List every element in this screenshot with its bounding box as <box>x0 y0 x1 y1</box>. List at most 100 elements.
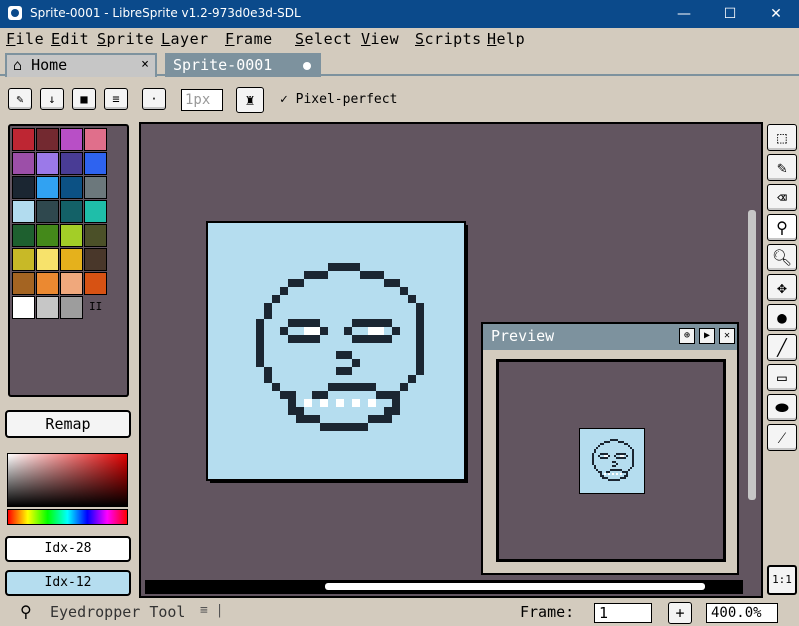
tab-sprite[interactable]: Sprite-0001 <box>165 53 321 77</box>
brush-size-input[interactable]: 1px <box>181 89 223 111</box>
palette-swatch[interactable] <box>60 128 83 151</box>
preview-center-icon[interactable]: ⊕ <box>679 328 695 344</box>
palette-swatch[interactable] <box>60 152 83 175</box>
frame-input[interactable]: 1 <box>594 603 652 623</box>
preview-close-icon[interactable]: ✕ <box>719 328 735 344</box>
tab-home[interactable]: ⌂ Home × <box>5 53 157 77</box>
fill-tool-button[interactable]: ● <box>767 304 797 331</box>
eraser-mode-button[interactable]: ✎ <box>8 88 32 110</box>
menu-layer[interactable]: Layer <box>161 30 209 48</box>
fill-mode-button[interactable]: ■ <box>72 88 96 110</box>
face-pixel <box>616 479 618 481</box>
face-pixel <box>612 465 614 467</box>
palette-swatch[interactable] <box>12 176 35 199</box>
palette-swatch[interactable] <box>84 248 107 271</box>
palette-swatch[interactable] <box>60 200 83 223</box>
face-pixel <box>592 463 594 465</box>
menu-help[interactable]: Help <box>487 30 525 48</box>
foreground-color-button[interactable]: Idx-28 <box>5 536 131 562</box>
tab-home-close-icon[interactable]: × <box>141 55 149 75</box>
palette-swatch[interactable] <box>84 224 107 247</box>
palette-swatch[interactable] <box>84 152 107 175</box>
sprite-canvas[interactable] <box>206 221 466 481</box>
horizontal-scrollbar[interactable] <box>145 580 743 594</box>
unsaved-dot-icon[interactable] <box>303 62 311 70</box>
pick-mode-button[interactable]: ↓ <box>40 88 64 110</box>
palette-swatch[interactable] <box>12 200 35 223</box>
palette-swatch[interactable] <box>12 296 35 319</box>
palette-swatch[interactable] <box>84 128 107 151</box>
blur-icon: ⁄ <box>780 428 784 447</box>
menu-view[interactable]: View <box>361 30 399 48</box>
face-pixel <box>612 461 614 463</box>
palette-swatch[interactable] <box>12 128 35 151</box>
palette-swatch[interactable] <box>36 296 59 319</box>
palette-swatch[interactable] <box>60 176 83 199</box>
menu-frame[interactable]: Frame <box>225 30 273 48</box>
palette-swatch[interactable] <box>60 248 83 271</box>
preview-header[interactable]: Preview ⊕ ▶ ✕ <box>483 324 737 350</box>
palette-swatch[interactable] <box>84 272 107 295</box>
face-pixel <box>376 319 384 327</box>
status-extra: ≡ | <box>200 603 224 618</box>
hue-slider[interactable] <box>7 509 128 525</box>
menu-select[interactable]: Select <box>295 30 352 48</box>
pixel-perfect-checkbox[interactable]: ✓ Pixel-perfect <box>280 92 397 107</box>
palette-swatch[interactable] <box>84 200 107 223</box>
palette-swatch[interactable] <box>84 176 107 199</box>
maximize-button[interactable]: ☐ <box>707 0 753 28</box>
menu-edit[interactable]: Edit <box>51 30 89 48</box>
saturation-value-picker[interactable] <box>7 453 128 507</box>
palette-swatch[interactable] <box>12 272 35 295</box>
palette-swatch[interactable] <box>36 152 59 175</box>
rectangle-tool-button[interactable]: ▭ <box>767 364 797 391</box>
palette-swatch[interactable] <box>12 224 35 247</box>
palette-swatch[interactable] <box>36 248 59 271</box>
preview-play-icon[interactable]: ▶ <box>699 328 715 344</box>
palette-swatch[interactable] <box>36 176 59 199</box>
contour-tool-button[interactable]: ⬬ <box>767 394 797 421</box>
face-pixel <box>416 311 424 319</box>
zoom-input[interactable]: 400.0% <box>706 603 778 623</box>
actual-size-button[interactable]: 1:1 <box>767 565 797 595</box>
background-color-button[interactable]: Idx-12 <box>5 570 131 596</box>
line-tool-button[interactable]: ╱ <box>767 334 797 361</box>
marquee-tool-button[interactable]: ⬚ <box>767 124 797 151</box>
palette-swatch[interactable] <box>60 296 83 319</box>
preview-viewport[interactable] <box>496 359 726 562</box>
move-tool-button[interactable]: ✥ <box>767 274 797 301</box>
face-pixel <box>614 461 616 463</box>
vertical-scrollbar[interactable] <box>748 210 756 500</box>
zoom-tool-button[interactable]: 🔍︎ <box>767 244 797 271</box>
palette-swatch[interactable] <box>36 224 59 247</box>
remap-button[interactable]: Remap <box>5 410 131 438</box>
palette-swatch[interactable] <box>36 128 59 151</box>
eraser-tool-button[interactable]: ⌫ <box>767 184 797 211</box>
eyedropper-tool-button[interactable]: ⚲ <box>767 214 797 241</box>
menu-scripts[interactable]: Scripts <box>415 30 482 48</box>
palette-swatch[interactable] <box>12 248 35 271</box>
face-pixel <box>618 479 620 481</box>
face-pixel <box>632 449 634 451</box>
close-window-button[interactable]: ✕ <box>753 0 799 28</box>
palette-swatch[interactable] <box>12 152 35 175</box>
ink-button[interactable]: ♜ <box>236 87 264 113</box>
palette-swatch[interactable] <box>60 224 83 247</box>
blur-tool-button[interactable]: ⁄ <box>767 424 797 451</box>
face-pixel <box>594 451 596 453</box>
menu-file[interactable]: File <box>6 30 44 48</box>
face-pixel <box>392 391 400 399</box>
add-frame-button[interactable]: + <box>668 602 692 624</box>
horizontal-scroll-thumb[interactable] <box>325 583 705 590</box>
palette-swatch[interactable] <box>60 272 83 295</box>
minimize-button[interactable]: — <box>661 0 707 28</box>
face-pixel <box>624 475 626 477</box>
palette-more-icon[interactable]: II <box>89 300 102 313</box>
layer-mode-button[interactable]: ≡ <box>104 88 128 110</box>
brush-type-button[interactable]: · <box>142 88 166 110</box>
palette-swatch[interactable] <box>36 272 59 295</box>
menu-sprite[interactable]: Sprite <box>97 30 154 48</box>
face-highlight-pixel <box>604 455 606 457</box>
pencil-tool-button[interactable]: ✎ <box>767 154 797 181</box>
palette-swatch[interactable] <box>36 200 59 223</box>
